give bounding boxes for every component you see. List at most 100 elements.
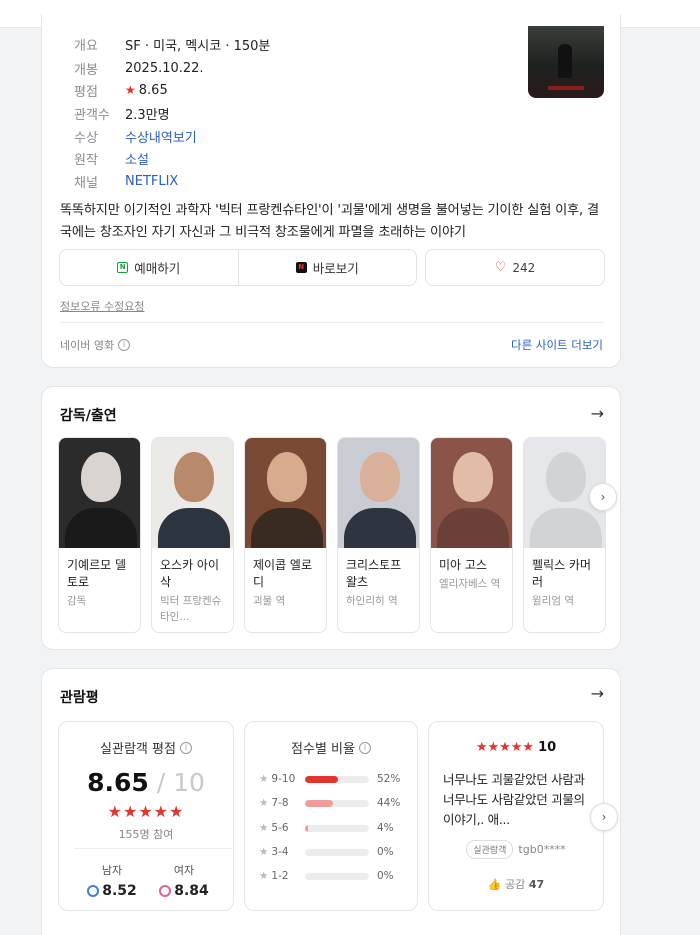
photo-head [174,452,214,502]
review-score: 10 [538,740,557,755]
dist-percent: 44% [377,797,401,809]
chevron-right-icon: › [600,490,606,504]
info-row-rating: 평점 ★ 8.65 [74,80,168,100]
person-photo [59,438,140,548]
rating-title-text: 실관람객 평점 [100,742,176,757]
male-value-wrap: 8.52 [77,883,147,899]
review-rating: ★★★★★ 10 [429,740,603,755]
dist-fill [305,824,308,832]
netflix-icon: N [295,262,307,273]
info-key: 개봉 [74,62,98,78]
watch-now-label: 바로보기 [312,261,359,276]
info-key: 관객수 [74,107,110,123]
awards-link[interactable]: 수상내역보기 [125,127,197,146]
score-value: 8.65 [87,768,149,797]
cast-person[interactable]: 기예르모 델 토로 감독 [58,437,141,633]
person-role: 하인리히 역 [346,595,398,607]
person-name: 제이콥 엘로디 [253,558,313,589]
movie-poster[interactable] [528,26,604,98]
info-value: SF · 미국, 멕시코 · 150분 [125,38,271,54]
info-row-awards: 수상 수상내역보기 [74,126,197,146]
verified-badge: 실관람객 [466,840,514,859]
female-icon [159,885,172,897]
dist-percent: 0% [377,870,394,882]
photo-body [437,508,509,548]
original-work-link[interactable]: 소설 [125,149,149,168]
dist-label: 9-10 [271,773,296,785]
person-photo [152,438,233,548]
dist-label: 1-2 [271,870,289,882]
photo-head [453,452,493,502]
cast-section-title: 감독/출연 [60,408,117,424]
photo-body [344,508,416,548]
naver-icon: N [117,262,129,273]
female-score: 여자 8.84 [149,862,219,899]
cast-list: 기예르모 델 토로 감독 오스카 아이삭 빅터 프랑켄슈타인... 제이콥 엘로… [58,437,606,633]
dist-label-wrap: ★ 9-10 [259,773,305,785]
rating-title: 실관람객 평점 i [59,738,233,757]
dist-percent: 0% [377,846,394,858]
dist-row: ★ 3-4 0% [259,843,394,861]
rating-star-icon: ★ [125,83,136,97]
person-role: 빅터 프랑켄슈타인... [160,595,222,623]
info-key: 개요 [74,38,98,54]
cast-person[interactable]: 크리스토프 왈츠 하인리히 역 [337,437,420,633]
reserve-button[interactable]: N 예매하기 [60,250,238,285]
review-next-button[interactable]: › [590,803,618,831]
star-rating: ★★★★★ [107,802,185,821]
cast-person[interactable]: 제이콥 엘로디 괴물 역 [244,437,327,633]
channel-link[interactable]: NETFLIX [125,174,178,189]
info-icon[interactable]: i [358,741,371,754]
person-name: 미아 고스 [439,558,487,572]
person-role: 엘리자베스 역 [439,578,501,590]
participants-count: 155명 참여 [118,828,174,841]
photo-head [81,452,121,502]
cast-person[interactable]: 미아 고스 엘리자베스 역 [430,437,513,633]
info-row-original: 원작 소설 [74,148,149,168]
dist-percent: 4% [377,822,394,834]
cast-next-button[interactable]: › [589,483,617,511]
watch-button-group: N 예매하기 N 바로보기 [59,249,417,286]
dist-track [305,848,369,856]
gray-star-icon: ★ [259,870,269,882]
info-row-channel: 채널 NETFLIX [74,171,178,191]
info-icon[interactable]: i [118,339,131,351]
male-score: 남자 8.52 [77,862,147,899]
dist-label-wrap: ★ 3-4 [259,846,305,858]
info-key: 채널 [74,175,98,191]
review-likes[interactable]: 👍 공감 47 [429,876,603,892]
dist-row: ★ 1-2 0% [259,867,394,885]
divider [74,848,232,849]
arrow-right-icon[interactable]: → [591,404,604,423]
photo-body [65,508,137,548]
audience-rating-box: 실관람객 평점 i 8.65 / 10 ★★★★★ 155명 참여 남자 8.5… [58,721,234,911]
like-count: 242 [512,260,536,275]
action-buttons: N 예매하기 N 바로보기 ♡ 242 [59,249,605,286]
arrow-right-icon[interactable]: → [591,684,604,703]
dist-track [305,872,369,880]
person-name: 펠릭스 카머러 [532,558,592,589]
person-name: 오스카 아이삭 [160,558,220,589]
featured-review-box[interactable]: ★★★★★ 10 너무나도 괴물같았던 사람과너무나도 사람같았던 괴물의 이야기… [428,721,604,911]
source-label: 네이버 영화 i [60,337,131,353]
movie-description: 똑똑하지만 이기적인 과학자 '빅터 프랑켄슈타인'이 '괴물'에게 생명을 불… [60,203,599,240]
watch-now-button[interactable]: N 바로보기 [237,250,417,285]
error-report-link[interactable]: 정보오류 수정요청 [60,298,144,314]
dist-track [305,799,369,807]
dist-label: 7-8 [271,797,289,809]
like-button[interactable]: ♡ 242 [425,249,605,286]
info-icon[interactable]: i [179,741,192,754]
source-text: 네이버 영화 [60,339,115,352]
dist-label-wrap: ★ 7-8 [259,797,305,809]
female-value-wrap: 8.84 [149,883,219,899]
male-icon [87,885,100,897]
photo-head [267,452,307,502]
review-card: 관람평 → 실관람객 평점 i 8.65 / 10 ★★★★★ 155명 참여 … [41,668,621,935]
cast-person[interactable]: 펠릭스 카머러 윌리엄 역 [523,437,606,633]
photo-head [546,452,586,502]
other-sites-link[interactable]: 다른 사이트 더보기 [511,337,603,353]
dist-label-wrap: ★ 5-6 [259,822,305,834]
cast-person[interactable]: 오스카 아이삭 빅터 프랑켄슈타인... [151,437,234,633]
male-value: 8.52 [102,883,137,899]
poster-mark [548,86,584,90]
